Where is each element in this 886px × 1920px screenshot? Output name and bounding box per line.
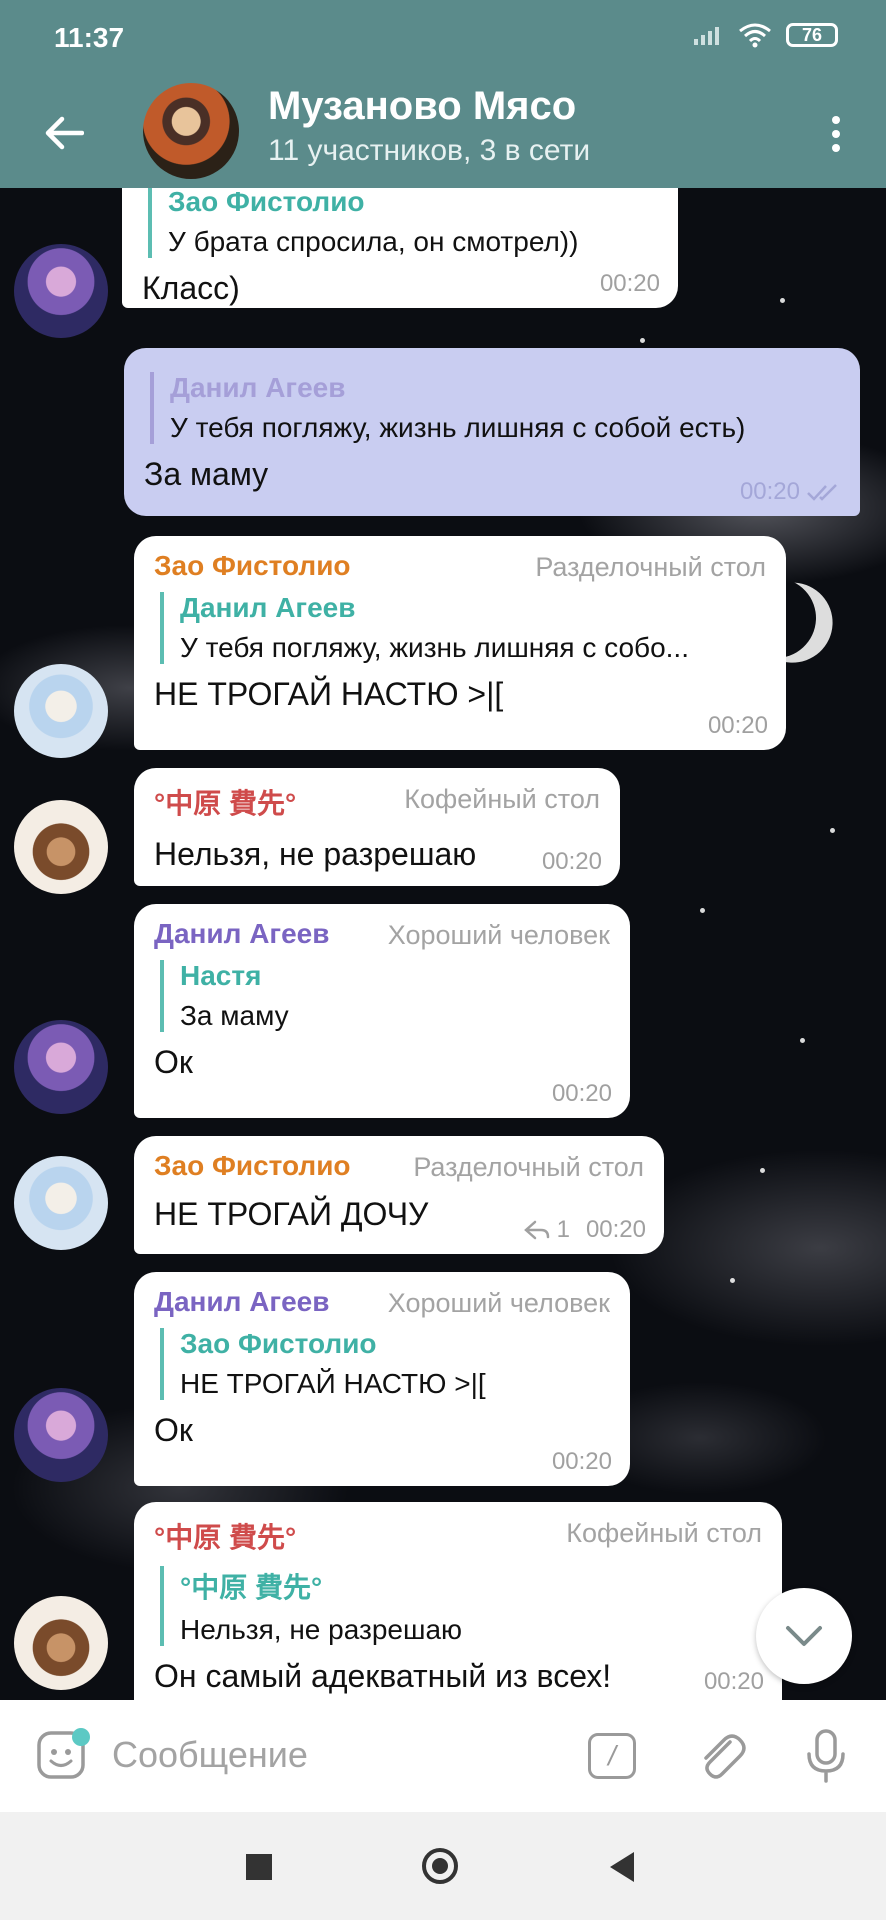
message-meta: 00:20 [704, 1668, 764, 1696]
message-time: 00:20 [551, 1080, 612, 1107]
mic-icon[interactable] [804, 1728, 848, 1784]
member-title: Кофейный стол [404, 784, 600, 814]
message-text: Ок [154, 1412, 193, 1448]
message-text: НЕ ТРОГАЙ НАСТЮ >|[ [154, 676, 504, 712]
message-text: Класс) [142, 270, 240, 306]
more-menu-button[interactable] [816, 104, 856, 164]
message-meta: 00:20 [600, 270, 660, 298]
message-input-bar: Сообщение / [0, 1700, 886, 1812]
attach-icon[interactable] [696, 1730, 748, 1782]
sticker-badge [72, 1728, 90, 1746]
message-time: 00:20 [707, 712, 768, 739]
message-text: Он самый адекватный из всех! [154, 1658, 612, 1694]
member-title: Хороший человек [387, 920, 610, 950]
back-button[interactable] [36, 105, 92, 161]
avatar[interactable] [14, 664, 108, 758]
battery-icon: 76 [786, 23, 838, 47]
message-meta: 00:20 [740, 478, 842, 506]
status-bar: 11:37 76 [0, 0, 886, 78]
avatar[interactable] [14, 1156, 108, 1250]
message-time: 00:20 [599, 270, 660, 297]
group-avatar[interactable] [143, 83, 239, 179]
message-bubble[interactable]: Данил Агеев Хороший человек Настя За мам… [134, 904, 630, 1118]
reply-quote[interactable]: Данил Агеев У тебя погляжу, жизнь лишняя… [150, 372, 840, 444]
chat-title[interactable]: Музаново Мясо [268, 84, 576, 129]
message-time: 00:20 [703, 1668, 764, 1695]
wifi-icon [739, 23, 771, 48]
avatar[interactable] [14, 1388, 108, 1482]
reply-name: Зао Фистолио [168, 188, 365, 217]
message-time: 00:20 [739, 478, 800, 505]
system-nav-bar [0, 1812, 886, 1920]
reply-quote[interactable]: Данил Агеев У тебя погляжу, жизнь лишняя… [160, 592, 766, 664]
status-time: 11:37 [54, 22, 125, 53]
recents-button[interactable] [246, 1854, 272, 1880]
reply-arrow-icon [523, 1220, 549, 1240]
member-title: Разделочный стол [535, 552, 766, 582]
reply-name: Данил Агеев [170, 372, 346, 403]
reply-name: Зао Фистолио [180, 1328, 377, 1359]
reply-name: Данил Агеев [180, 592, 356, 623]
message-meta: 00:20 [542, 848, 602, 876]
reply-text: Нельзя, не разрешаю [180, 1614, 463, 1645]
chevron-down-icon [786, 1626, 822, 1646]
message-time: 00:20 [551, 1448, 612, 1475]
reply-quote[interactable]: Настя За маму [160, 960, 610, 1032]
message-meta: 00:20 [552, 1448, 612, 1476]
avatar[interactable] [14, 800, 108, 894]
message-bubble[interactable]: Данил Агеев Хороший человек Зао Фистолио… [134, 1272, 630, 1486]
reply-quote[interactable]: Зао Фистолио У брата спросила, он смотре… [148, 188, 658, 258]
message-time: 00:20 [585, 1216, 646, 1243]
chat-subtitle[interactable]: 11 участников, 3 в сети [268, 134, 590, 168]
command-button[interactable]: / [588, 1733, 636, 1779]
message-bubble-outgoing[interactable]: Данил Агеев У тебя погляжу, жизнь лишняя… [124, 348, 860, 516]
signal-icon [694, 27, 719, 45]
reply-text: У тебя погляжу, жизнь лишняя с собо... [180, 632, 689, 663]
reply-name: °中原 費先° [180, 1572, 323, 1603]
more-vert-icon [832, 116, 840, 124]
reply-text: У брата спросила, он смотрел)) [168, 226, 579, 257]
message-meta: 00:20 [708, 712, 768, 740]
message-time: 00:20 [541, 848, 602, 875]
message-bubble[interactable]: Зао Фистолио Разделочный стол Данил Агее… [134, 536, 786, 750]
message-meta: 1 00:20 [523, 1216, 646, 1244]
message-text: Нельзя, не разрешаю [154, 836, 477, 872]
member-title: Кофейный стол [566, 1518, 762, 1548]
message-text: Ок [154, 1044, 193, 1080]
reply-quote[interactable]: °中原 費先° Нельзя, не разрешаю [160, 1566, 762, 1646]
chat-area[interactable]: Зао Фистолио У брата спросила, он смотре… [0, 188, 886, 1700]
home-icon [432, 1858, 448, 1874]
avatar[interactable] [14, 1596, 108, 1690]
reply-count[interactable]: 1 [557, 1216, 570, 1244]
reply-text: За маму [180, 1000, 289, 1031]
reply-text: У тебя погляжу, жизнь лишняя с собой ест… [170, 412, 746, 443]
reply-quote[interactable]: Зао Фистолио НЕ ТРОГАЙ НАСТЮ >|[ [160, 1328, 610, 1400]
back-arrow-icon [45, 116, 84, 150]
message-bubble[interactable]: Зао Фистолио У брата спросила, он смотре… [122, 188, 678, 308]
message-bubble[interactable]: °中原 費先° Кофейный стол Нельзя, не разреша… [134, 768, 620, 886]
avatar[interactable] [14, 1020, 108, 1114]
double-check-icon [807, 484, 837, 501]
message-bubble[interactable]: °中原 費先° Кофейный стол °中原 費先° Нельзя, не… [134, 1502, 782, 1700]
message-meta: 00:20 [552, 1080, 612, 1108]
reply-name: Настя [180, 960, 262, 991]
message-input[interactable]: Сообщение [112, 1734, 308, 1776]
message-bubble[interactable]: Зао Фистолио Разделочный стол НЕ ТРОГАЙ … [134, 1136, 664, 1254]
member-title: Хороший человек [387, 1288, 610, 1318]
member-title: Разделочный стол [413, 1152, 644, 1182]
nav-back-button[interactable] [610, 1852, 634, 1882]
home-button[interactable] [422, 1848, 458, 1884]
reply-text: НЕ ТРОГАЙ НАСТЮ >|[ [180, 1368, 486, 1399]
avatar[interactable] [14, 244, 108, 338]
chat-header: Музаново Мясо 11 участников, 3 в сети [0, 78, 886, 188]
message-text: За маму [144, 456, 269, 492]
scroll-down-button[interactable] [756, 1588, 852, 1684]
status-icons: 76 [692, 22, 838, 48]
